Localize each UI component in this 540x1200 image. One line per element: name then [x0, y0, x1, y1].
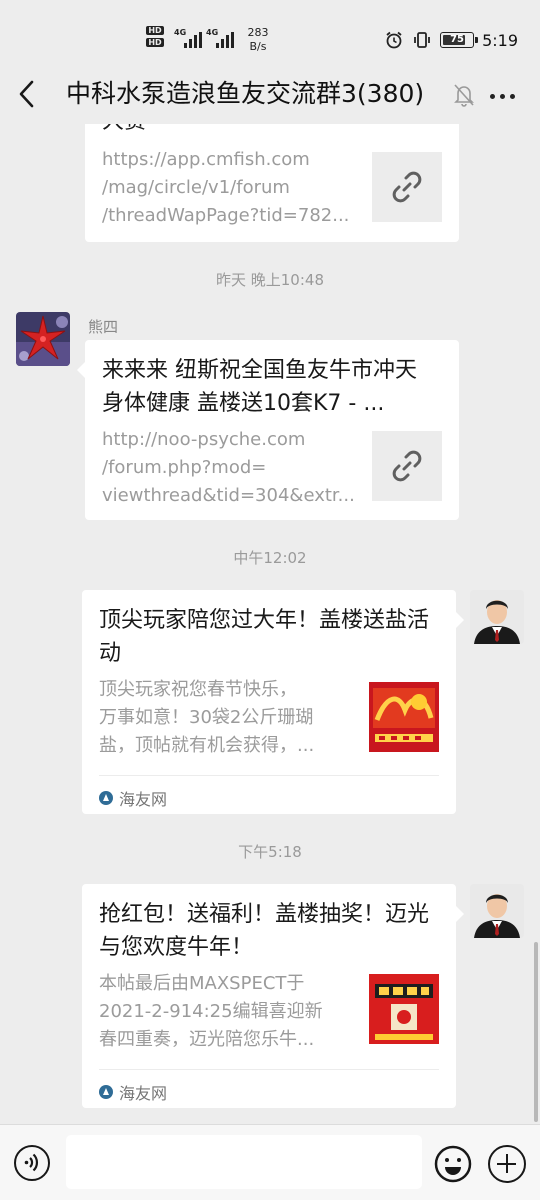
network-speed: 283 B/s [240, 26, 276, 54]
signal-icon-1: 4G [174, 28, 206, 48]
link-description: https://app.cmfish.com /mag/circle/v1/fo… [102, 149, 350, 226]
speed-unit: B/s [249, 40, 267, 53]
mute-bell-icon [452, 82, 476, 108]
more-functions-button[interactable] [488, 1145, 526, 1183]
battery-icon: 75 [440, 32, 479, 48]
link-title: 来来来 纽斯祝全国鱼友牛市冲天 身体健康 盖楼送10套K7 - ... [102, 358, 417, 416]
link-thumbnail [369, 682, 439, 752]
message-timestamp: 中午12:02 [233, 549, 307, 567]
clock: 5:19 [482, 30, 518, 50]
signal-icon-2: 4G [206, 28, 238, 48]
message-timestamp: 昨天 晚上10:48 [216, 271, 324, 289]
link-source: 海友网 [99, 786, 167, 810]
link-source: 海友网 [99, 1080, 167, 1104]
link-title: 抢红包！送福利！盖楼抽奖！迈光与您欢度牛年！ [99, 902, 430, 960]
red-envelope-promo-image [369, 974, 439, 1044]
source-logo-icon [99, 791, 113, 805]
smiley-icon [434, 1145, 472, 1183]
new-year-banner-image [369, 682, 439, 752]
back-arrow-icon [19, 80, 34, 108]
dot-icon [490, 94, 495, 99]
vibrate-icon [414, 32, 430, 48]
avatar[interactable] [470, 590, 524, 644]
avatar[interactable] [16, 312, 70, 366]
input-bar [0, 1124, 540, 1200]
card-divider [99, 775, 439, 776]
status-right: 75 5:19 [384, 30, 518, 50]
hd-label-1: HD [146, 26, 164, 35]
link-description: 本帖最后由MAXSPECT于 2021-2-914:25编辑喜迎新 春四重奏，迈… [99, 973, 323, 1050]
voice-input-button[interactable] [14, 1145, 50, 1181]
link-card-3[interactable]: 顶尖玩家陪您过大年！盖楼送盐活动 顶尖玩家祝您春节快乐， 万事如意！30袋2公斤… [82, 590, 464, 814]
status-bar: HD HD 4G 4G 283 B/s 75 5:19 [0, 0, 540, 66]
dot-icon [500, 94, 505, 99]
message-list[interactable]: 大赛 https://app.cmfish.com /mag/circle/v1… [0, 124, 540, 1124]
more-options-button[interactable] [484, 76, 522, 114]
link-card-1[interactable]: 大赛 https://app.cmfish.com /mag/circle/v1… [85, 124, 459, 242]
chat-header: 中科水泵造浪鱼友交流群3(380) [0, 66, 540, 124]
hd-label-2: HD [146, 38, 164, 47]
hd-indicator: HD HD [146, 26, 168, 50]
person-avatar-icon [470, 884, 524, 938]
source-name: 海友网 [119, 1084, 168, 1103]
link-thumbnail [369, 974, 439, 1044]
link-icon [392, 171, 422, 203]
link-icon [392, 450, 422, 482]
voice-wave-icon [24, 1153, 38, 1172]
battery-level: 75 [450, 34, 465, 45]
link-description: http://noo-psyche.com /forum.php?mod= vi… [102, 429, 355, 506]
link-thumbnail [372, 431, 442, 501]
link-card-2[interactable]: 来来来 纽斯祝全国鱼友牛市冲天 身体健康 盖楼送10套K7 - ... http… [77, 340, 459, 520]
emoji-button[interactable] [434, 1145, 472, 1183]
link-description: 顶尖玩家祝您春节快乐， 万事如意！30袋2公斤珊瑚 盐，顶帖就有机会获得，... [99, 679, 315, 756]
dot-icon [510, 94, 515, 99]
link-title: 顶尖玩家陪您过大年！盖楼送盐活动 [99, 608, 430, 666]
back-button[interactable] [10, 74, 46, 114]
starfish-avatar-icon [16, 312, 70, 366]
scrollbar[interactable] [534, 942, 538, 1122]
alarm-icon [386, 31, 402, 49]
avatar[interactable] [470, 884, 524, 938]
speed-value: 283 [247, 26, 269, 39]
source-name: 海友网 [119, 790, 168, 809]
message-timestamp: 下午5:18 [238, 843, 302, 861]
sender-name: 熊四 [88, 318, 119, 336]
link-thumbnail [372, 152, 442, 222]
source-logo-icon [99, 1085, 113, 1099]
link-title: 大赛 [102, 124, 442, 138]
link-card-4[interactable]: 抢红包！送福利！盖楼抽奖！迈光与您欢度牛年！ 本帖最后由MAXSPECT于 20… [82, 884, 464, 1108]
message-input[interactable] [66, 1135, 422, 1189]
chat-title: 中科水泵造浪鱼友交流群3(380) [66, 79, 425, 108]
card-divider [99, 1069, 439, 1070]
person-avatar-icon [470, 590, 524, 644]
